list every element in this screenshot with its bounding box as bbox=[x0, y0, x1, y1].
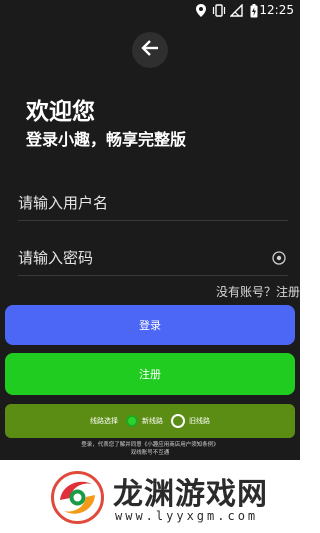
old-line-label[interactable]: 旧线路 bbox=[189, 416, 210, 426]
eye-icon[interactable] bbox=[272, 250, 286, 269]
status-time: 12:25 bbox=[259, 3, 294, 17]
password-input[interactable] bbox=[18, 241, 288, 275]
page-subtitle: 登录小趣，畅享完整版 bbox=[26, 130, 187, 149]
account-note: 双线账号不互通 bbox=[130, 450, 170, 456]
page-title: 欢迎您 bbox=[26, 99, 95, 125]
username-field-wrapper bbox=[18, 186, 288, 221]
login-button[interactable]: 登录 bbox=[5, 305, 295, 345]
username-input[interactable] bbox=[18, 186, 288, 220]
app-screen: 12:25 欢迎您 登录小趣，畅享完整版 没有账号？注册 登录 注册 线路选择 … bbox=[0, 0, 300, 460]
arrow-left-icon bbox=[141, 40, 159, 60]
line-select-panel: 线路选择 新线路 旧线路 bbox=[5, 404, 295, 438]
dragon-logo-icon bbox=[50, 470, 105, 529]
back-button[interactable] bbox=[132, 32, 168, 68]
watermark-url: www.lyyxgm.com bbox=[115, 509, 259, 523]
new-line-label[interactable]: 新线路 bbox=[142, 416, 163, 426]
password-field-wrapper bbox=[18, 241, 288, 276]
watermark-title: 龙渊游戏网 bbox=[113, 477, 268, 512]
new-line-radio[interactable] bbox=[126, 415, 138, 427]
location-icon bbox=[196, 4, 206, 20]
register-link[interactable]: 没有账号？注册 bbox=[216, 283, 300, 300]
line-select-label: 线路选择 bbox=[90, 417, 118, 425]
no-signal-icon bbox=[229, 3, 243, 20]
status-bar: 12:25 bbox=[0, 0, 300, 22]
vibrate-icon bbox=[212, 4, 226, 20]
register-button[interactable]: 注册 bbox=[5, 353, 295, 395]
old-line-radio[interactable] bbox=[171, 414, 185, 428]
terms-note[interactable]: 登录，代表您了解并同意《小趣应用商店用户须知条例》 bbox=[0, 441, 300, 449]
battery-charging-icon bbox=[250, 4, 258, 21]
footer-notes: 登录，代表您了解并同意《小趣应用商店用户须知条例》 双线账号不互通 bbox=[0, 441, 300, 457]
